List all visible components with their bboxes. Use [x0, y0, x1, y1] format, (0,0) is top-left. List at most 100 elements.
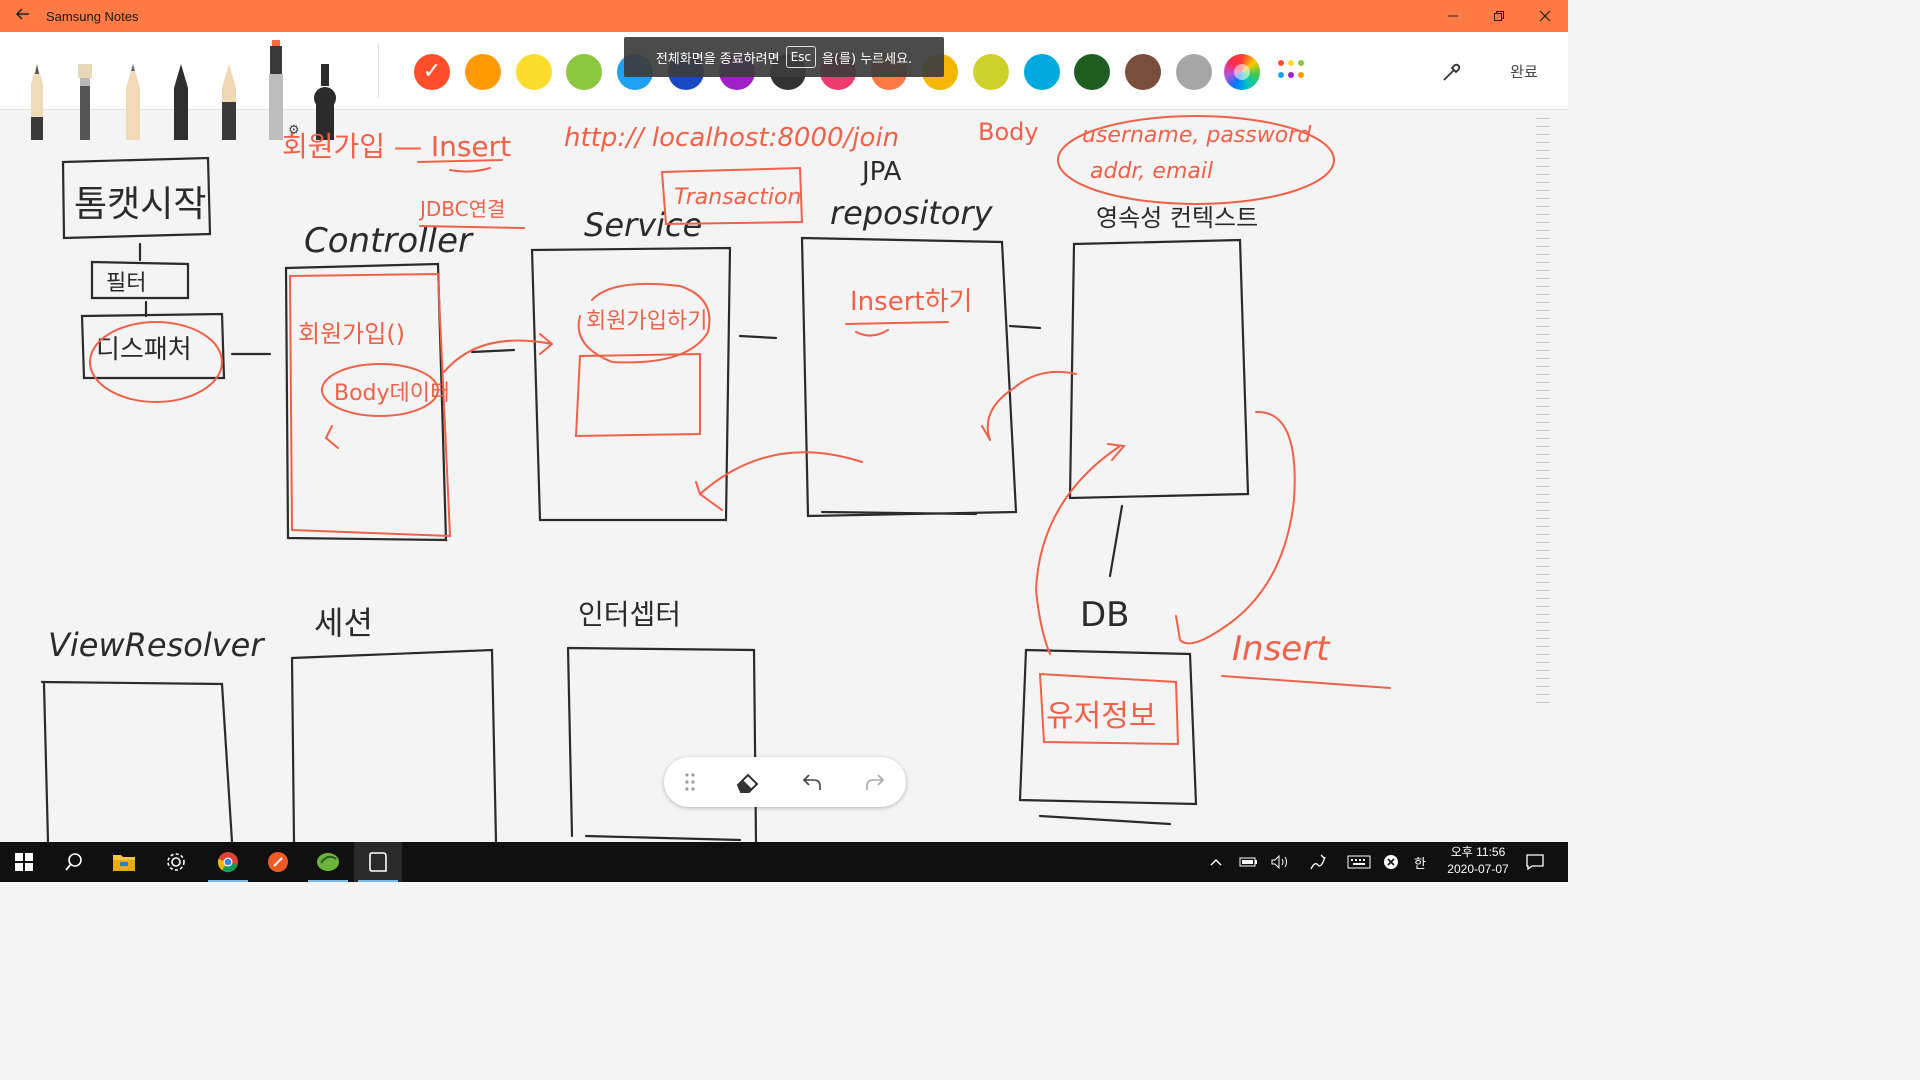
- close-icon[interactable]: [1522, 0, 1568, 32]
- color-swatch[interactable]: [464, 54, 501, 90]
- scroll-tick: [1536, 374, 1550, 375]
- scroll-tick: [1536, 486, 1550, 487]
- chrome-icon[interactable]: [204, 842, 252, 882]
- color-swatch[interactable]: [972, 54, 1009, 90]
- pen-workspace-icon[interactable]: [1304, 842, 1332, 882]
- system-clock[interactable]: 오후 11:56 2020-07-07: [1440, 844, 1516, 880]
- touch-keyboard-icon[interactable]: [1344, 842, 1374, 882]
- file-explorer-icon[interactable]: [100, 842, 148, 882]
- scroll-tick: [1536, 542, 1550, 543]
- scroll-tick: [1536, 622, 1550, 623]
- label-body: Body: [978, 118, 1039, 146]
- scroll-tick: [1536, 590, 1550, 591]
- scroll-tick: [1536, 142, 1550, 143]
- scroll-tick: [1536, 310, 1550, 311]
- color-swatch[interactable]: [515, 54, 552, 90]
- scroll-tick: [1536, 270, 1550, 271]
- scroll-tick: [1536, 478, 1550, 479]
- drag-handle-icon[interactable]: [664, 772, 716, 792]
- label-signup: 회원가입 — Insert: [282, 130, 511, 163]
- label-view-resolver: ViewResolver: [48, 626, 265, 664]
- spring-tools-icon[interactable]: [304, 842, 352, 882]
- scroll-tick: [1536, 438, 1550, 439]
- battery-icon[interactable]: [1236, 842, 1262, 882]
- more-colors-icon[interactable]: [1278, 60, 1308, 82]
- samsung-notes-icon[interactable]: [354, 842, 402, 882]
- ime-mode-icon[interactable]: [1380, 842, 1402, 882]
- settings-gear-icon[interactable]: [152, 842, 200, 882]
- clock-time: 오후 11:56: [1450, 845, 1506, 859]
- scroll-tick: [1536, 158, 1550, 159]
- scroll-tick: [1536, 278, 1550, 279]
- scroll-tick: [1536, 382, 1550, 383]
- scroll-tick: [1536, 222, 1550, 223]
- restore-icon[interactable]: [1476, 0, 1522, 32]
- scroll-tick: [1536, 246, 1550, 247]
- label-db-note: 유저정보: [1046, 699, 1156, 734]
- minimize-icon[interactable]: [1430, 0, 1476, 32]
- color-swatch[interactable]: [414, 54, 450, 90]
- scroll-tick: [1536, 670, 1550, 671]
- label-repository-note: Insert하기: [850, 287, 972, 317]
- label-body-fields1: username, password: [1082, 123, 1312, 148]
- scroll-tick: [1536, 294, 1550, 295]
- color-swatch[interactable]: [1074, 54, 1111, 90]
- persistence-insert-curve: [1175, 410, 1296, 645]
- interceptor-box-left: [566, 646, 574, 838]
- label-url: http:// localhost:8000/join: [564, 123, 899, 153]
- windows-start-icon[interactable]: [0, 842, 48, 882]
- volume-icon[interactable]: [1268, 842, 1294, 882]
- scroll-tick: [1536, 238, 1550, 239]
- label-dispatcher: 디스패처: [96, 335, 192, 365]
- label-db: DB: [1080, 595, 1130, 635]
- label-controller-note2: Body데이터: [334, 381, 450, 406]
- label-transaction: Transaction: [674, 185, 801, 210]
- color-swatch[interactable]: [566, 54, 603, 90]
- scroll-tick: [1536, 566, 1550, 567]
- scroll-tick: [1536, 582, 1550, 583]
- color-swatch[interactable]: [1176, 54, 1212, 90]
- scroll-tick: [1536, 166, 1550, 167]
- ime-language-indicator[interactable]: 한: [1408, 842, 1432, 882]
- interceptor-bottom: [584, 834, 742, 842]
- action-center-icon[interactable]: [1520, 842, 1550, 882]
- scroll-tick: [1536, 198, 1550, 199]
- color-swatch[interactable]: [1125, 54, 1162, 90]
- note-canvas[interactable]: 톰캣시작 필터 디스패처 Controller Service JPA repo…: [0, 110, 1568, 842]
- show-hidden-icons-icon[interactable]: [1204, 842, 1228, 882]
- controller-link: [470, 348, 516, 354]
- scroll-tick: [1536, 598, 1550, 599]
- eraser-icon[interactable]: [716, 771, 780, 793]
- scroll-tick: [1536, 318, 1550, 319]
- label-persistence: 영속성 컨텍스트: [1096, 204, 1258, 232]
- label-repository: repository: [830, 194, 994, 232]
- persistence-box: [1068, 238, 1250, 500]
- toast-text-before: 전체화면을 종료하려면: [655, 51, 780, 67]
- fullscreen-exit-toast: 전체화면을 종료하려면 Esc 을(를) 누르세요.: [624, 37, 944, 77]
- label-service: Service: [584, 206, 702, 244]
- insert-underline: [1221, 675, 1391, 689]
- scroll-tick: [1536, 630, 1550, 631]
- color-picker-wheel-icon[interactable]: [1224, 54, 1260, 90]
- scroll-tick: [1536, 550, 1550, 551]
- postman-icon[interactable]: [254, 842, 302, 882]
- undo-icon[interactable]: [780, 772, 844, 792]
- scroll-tick: [1536, 342, 1550, 343]
- scroll-tick: [1536, 638, 1550, 639]
- redo-icon[interactable]: [844, 772, 906, 792]
- eyedropper-icon[interactable]: [1440, 60, 1464, 84]
- done-button[interactable]: 완료: [1496, 56, 1552, 86]
- label-filter-start: 톰캣시작: [74, 184, 206, 225]
- scroll-tick: [1536, 350, 1550, 351]
- scroll-tick: [1536, 134, 1550, 135]
- scroll-tick: [1536, 510, 1550, 511]
- scroll-tick: [1536, 574, 1550, 575]
- back-arrow-icon[interactable]: [0, 6, 46, 26]
- clock-date: 2020-07-07: [1447, 862, 1509, 876]
- scroll-tick: [1536, 702, 1550, 703]
- page-scroll-ruler[interactable]: [1536, 118, 1552, 718]
- search-icon[interactable]: [50, 842, 98, 882]
- color-swatch[interactable]: [1023, 54, 1060, 90]
- scroll-tick: [1536, 678, 1550, 679]
- scroll-tick: [1536, 174, 1550, 175]
